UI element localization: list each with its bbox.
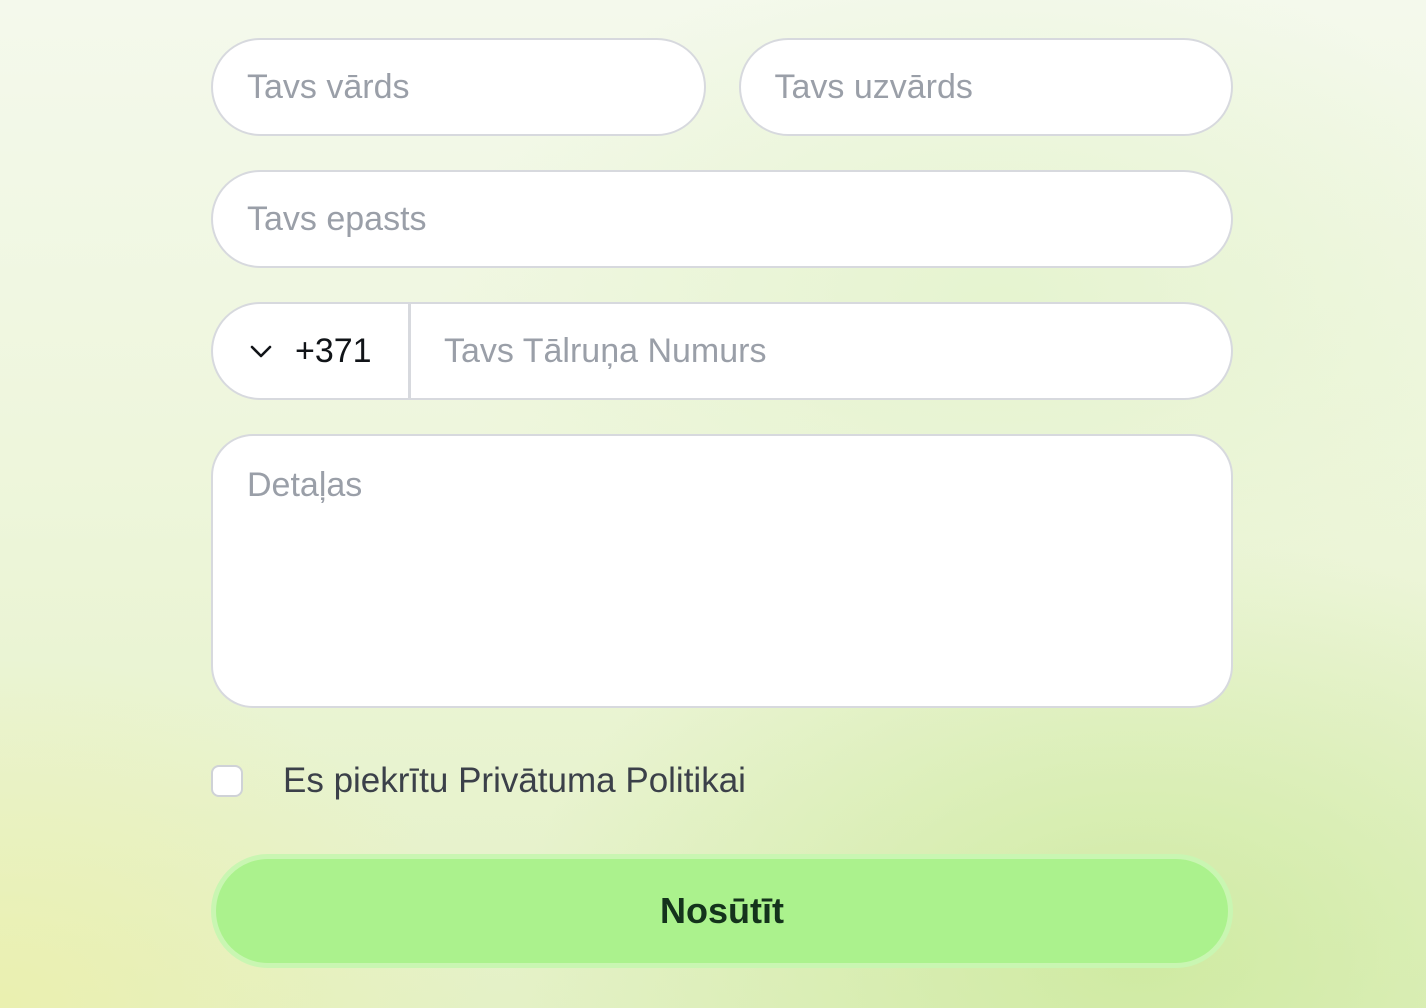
email-input[interactable] [247,199,1231,239]
last-name-input[interactable] [774,67,1231,107]
privacy-consent-checkbox[interactable] [211,765,243,797]
name-row [211,38,1233,136]
first-name-field[interactable] [211,38,706,136]
chevron-down-icon [247,337,275,365]
phone-number-field[interactable] [411,304,1231,398]
country-code-value: +371 [295,331,372,370]
privacy-consent-label[interactable]: Es piekrītu Privātuma Politikai [283,761,746,801]
first-name-input[interactable] [247,67,704,107]
phone-number-input[interactable] [444,331,1231,371]
contact-form: +371 Es piekrītu Privātuma Politikai Nos… [211,38,1233,968]
submit-button[interactable]: Nosūtīt [211,854,1233,968]
email-field[interactable] [211,170,1233,268]
last-name-field[interactable] [738,38,1233,136]
phone-field: +371 [211,302,1233,400]
privacy-consent: Es piekrītu Privātuma Politikai [211,761,1233,801]
country-code-select[interactable]: +371 [213,304,411,398]
details-field[interactable] [211,434,1233,708]
details-textarea[interactable] [247,466,1197,676]
